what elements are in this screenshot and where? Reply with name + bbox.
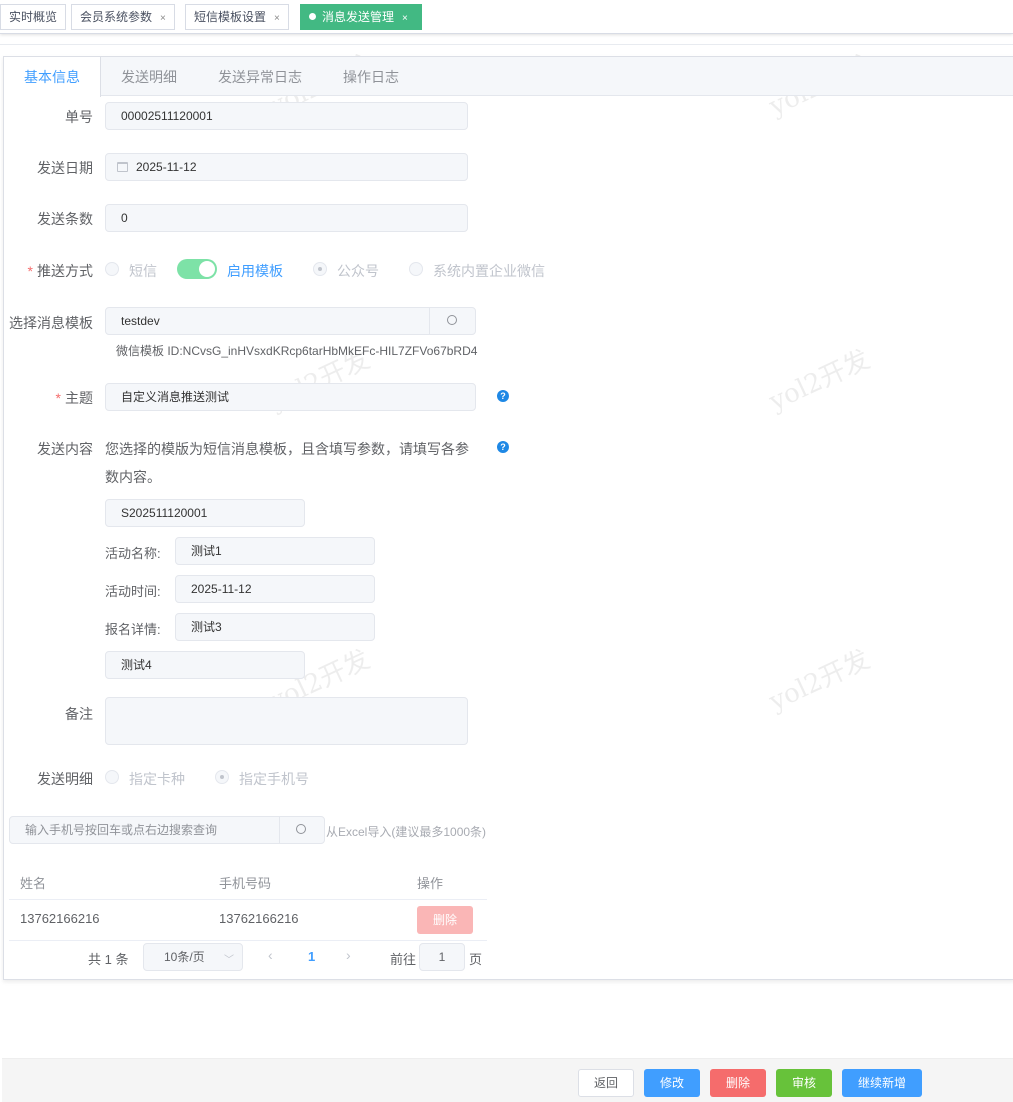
delete-button[interactable]: 删除: [710, 1069, 766, 1097]
send-date-label: 发送日期: [37, 160, 93, 176]
divider: [9, 940, 487, 941]
send-count-input[interactable]: 0: [105, 204, 468, 232]
goto-page-input[interactable]: 1: [419, 943, 465, 971]
tag-label: 短信模板设置: [194, 10, 267, 24]
pagination-total: 共 1 条: [88, 952, 129, 967]
tag-sms-template[interactable]: 短信模板设置 ×: [185, 4, 289, 30]
close-icon[interactable]: ×: [160, 13, 166, 24]
audit-button[interactable]: 审核: [776, 1069, 832, 1097]
page-size-select[interactable]: 10条/页 ﹀: [143, 943, 243, 971]
send-date-value: 2025-11-12: [136, 160, 197, 174]
param-input-activity-time[interactable]: 2025-11-12: [175, 575, 375, 603]
template-input[interactable]: testdev: [105, 307, 476, 335]
template-label: 选择消息模板: [9, 315, 93, 331]
search-icon: [296, 824, 306, 834]
template-toggle[interactable]: [177, 259, 217, 279]
column-header-action: 操作: [417, 876, 444, 891]
phone-search-placeholder: 输入手机号按回车或点右边搜索查询: [25, 823, 218, 837]
tag-realtime-overview[interactable]: 实时概览: [0, 4, 67, 30]
radio-phone[interactable]: [215, 770, 229, 784]
tags-view-bar: 实时概览 会员系统参数 × 短信模板设置 × 消息发送管理 ×: [0, 0, 1013, 34]
tab-send-error-log[interactable]: 发送异常日志: [198, 57, 322, 96]
close-icon[interactable]: ×: [274, 13, 280, 24]
param-label-activity-name: 活动名称:: [105, 546, 161, 561]
remark-textarea[interactable]: [105, 697, 468, 745]
add-more-button[interactable]: 继续新增: [842, 1069, 922, 1097]
tab-basic-info[interactable]: 基本信息: [4, 57, 101, 97]
column-header-phone: 手机号码: [219, 876, 272, 891]
delete-row-button[interactable]: 删除: [417, 906, 473, 934]
divider: [0, 44, 1013, 45]
send-detail-label: 发送明细: [37, 771, 93, 787]
push-method-label: * 推送方式: [27, 263, 93, 279]
calendar-icon: [117, 162, 128, 172]
param-input-signup-detail[interactable]: 测试3: [175, 613, 375, 641]
param-input-activity-name[interactable]: 测试1: [175, 537, 375, 565]
radio-wecom[interactable]: [409, 262, 423, 276]
param-label-signup-detail: 报名详情:: [105, 622, 161, 637]
template-search-button[interactable]: [429, 308, 475, 334]
radio-official-account-label: 公众号: [337, 263, 379, 279]
content-label: 发送内容: [37, 441, 93, 457]
tag-label: 会员系统参数: [80, 10, 153, 24]
content-notice-line1: 您选择的模版为短信消息模板，且含填写参数，请填写各参: [105, 441, 469, 457]
tab-bar: 基本信息 发送明细 发送异常日志 操作日志: [4, 57, 1013, 97]
subject-input[interactable]: 自定义消息推送测试: [105, 383, 476, 411]
content-last-input[interactable]: 测试4: [105, 651, 305, 679]
radio-card-type-label: 指定卡种: [129, 771, 185, 787]
divider: [9, 899, 487, 900]
help-icon[interactable]: ?: [497, 441, 509, 453]
cell-phone: 13762166216: [219, 911, 299, 926]
active-dot-icon: [309, 13, 316, 20]
back-button[interactable]: 返回: [578, 1069, 634, 1097]
param-label-activity-time: 活动时间:: [105, 584, 161, 599]
column-header-name: 姓名: [20, 876, 47, 891]
content-first-input[interactable]: S202511120001: [105, 499, 305, 527]
remark-label: 备注: [65, 706, 93, 722]
tag-message-send[interactable]: 消息发送管理 ×: [300, 4, 422, 30]
tag-label: 消息发送管理: [322, 10, 395, 24]
toggle-knob: [199, 261, 215, 277]
goto-label: 前往: [390, 952, 417, 967]
send-date-picker[interactable]: 2025-11-12: [105, 153, 468, 181]
radio-card-type[interactable]: [105, 770, 119, 784]
prev-page-icon[interactable]: ‹: [268, 947, 273, 963]
phone-search-input[interactable]: 输入手机号按回车或点右边搜索查询: [9, 816, 325, 844]
radio-sms[interactable]: [105, 262, 119, 276]
search-icon: [447, 315, 457, 325]
template-toggle-label: 启用模板: [227, 263, 283, 279]
chevron-down-icon: ﹀: [224, 955, 234, 966]
template-value: testdev: [121, 314, 160, 328]
send-count-label: 发送条数: [37, 211, 93, 227]
radio-official-account[interactable]: [313, 262, 327, 276]
excel-import-link[interactable]: 从Excel导入(建议最多1000条): [326, 823, 486, 840]
next-page-icon[interactable]: ›: [346, 947, 351, 963]
subject-label: * 主题: [55, 390, 93, 406]
order-no-label: 单号: [65, 109, 93, 125]
radio-sms-label: 短信: [129, 263, 157, 279]
page-suffix: 页: [469, 952, 483, 967]
tab-operation-log[interactable]: 操作日志: [323, 57, 419, 96]
edit-button[interactable]: 修改: [644, 1069, 700, 1097]
template-id-hint: 微信模板 ID:NCvsG_inHVsxdKRcp6tarHbMkEFc-HIL…: [116, 344, 478, 358]
radio-phone-label: 指定手机号: [239, 771, 309, 787]
page-number-current[interactable]: 1: [308, 949, 315, 964]
phone-search-button[interactable]: [279, 817, 324, 843]
tag-label: 实时概览: [9, 10, 58, 24]
close-icon[interactable]: ×: [402, 13, 408, 24]
tag-member-params[interactable]: 会员系统参数 ×: [71, 4, 175, 30]
help-icon[interactable]: ?: [497, 390, 509, 402]
radio-wecom-label: 系统内置企业微信: [433, 263, 545, 279]
content-notice-line2: 数内容。: [105, 469, 161, 485]
tab-send-detail[interactable]: 发送明细: [101, 57, 197, 96]
cell-name: 13762166216: [20, 911, 100, 926]
order-no-input[interactable]: 00002511120001: [105, 102, 468, 130]
page-size-value: 10条/页: [164, 950, 205, 964]
